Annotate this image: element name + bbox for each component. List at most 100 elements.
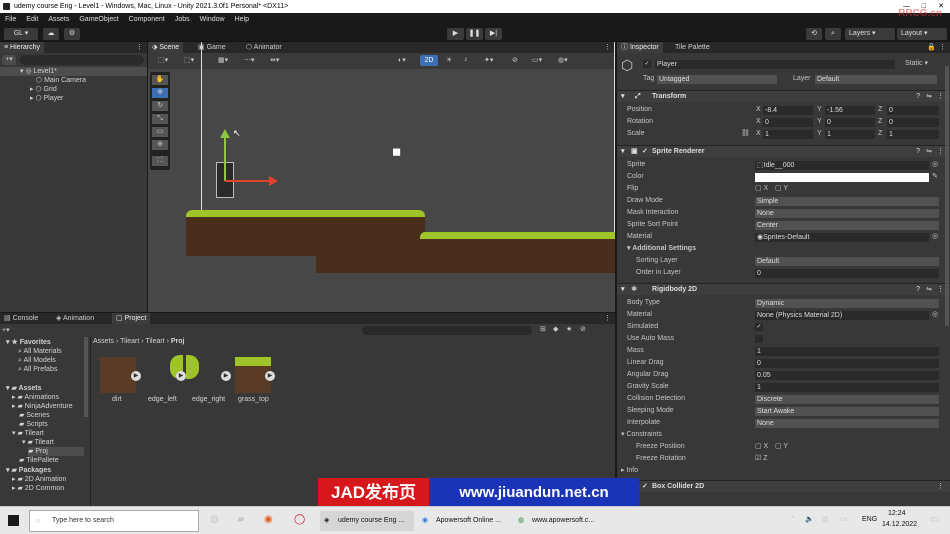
tab-animation[interactable]: ◈ Animation [52,313,98,324]
sprite-renderer-header[interactable]: ▾ ▣ ✓ Sprite Renderer ? ⇋ ⋮ [617,145,950,157]
position-z-field[interactable]: 0 [887,106,939,115]
hierarchy-item-main-camera[interactable]: ⬡ Main Camera [36,76,86,85]
object-picker-icon[interactable]: ◎ [932,232,938,240]
transform-tool-icon[interactable]: ⊕ [152,140,168,150]
flip-x-checkbox[interactable]: ▢ X [755,184,768,194]
angular-drag-field[interactable]: 0.05 [755,371,939,380]
play-button[interactable]: ▶ [447,28,464,40]
search-icon[interactable]: ⌕ [825,28,841,40]
freeze-rotation-z-checkbox[interactable]: ☑ Z [755,454,768,464]
collision-detection-dropdown[interactable]: Discrete [755,395,939,404]
menu-component[interactable]: Component [129,13,165,26]
menu-gameobject[interactable]: GameObject [79,13,118,26]
y-arrow-icon[interactable] [220,129,230,138]
tag-dropdown[interactable]: Untagged [657,75,777,84]
notifications-icon[interactable]: ▭ [930,514,939,525]
taskbar-app-chrome[interactable]: ◍ www.apowersoft.c... [514,511,604,531]
hierarchy-item-grid[interactable]: ▸ ⬡ Grid [30,85,57,94]
scene-row[interactable]: ▾ ◎ Level1* [0,67,147,76]
component-menu-icon[interactable]: ⋮ [937,284,944,296]
presets-icon[interactable]: ⇋ [926,91,932,103]
network-icon[interactable]: ▥ [822,515,829,523]
x-axis-handle[interactable] [225,180,269,182]
favorites-item[interactable]: ⌕ All Materials [18,347,62,356]
tab-scene[interactable]: ⬗ Scene [148,42,184,53]
help-icon[interactable]: ? [916,91,920,103]
menu-jobs[interactable]: Jobs [175,13,190,26]
help-icon[interactable]: ? [916,284,920,296]
tab-tile-palette[interactable]: Tile Palette [671,42,714,53]
folder-item[interactable]: ▾ ▰ Tileart [22,438,54,447]
account-dropdown[interactable]: GL ▾ [4,28,38,40]
enabled-checkbox[interactable]: ✓ [642,481,648,493]
more-options-icon[interactable]: ⋮ [604,313,611,324]
cloud-icon[interactable]: ☁ [43,28,59,40]
enabled-checkbox[interactable]: ✓ [642,146,648,158]
tree-scrollbar[interactable] [84,337,88,417]
add-object-button[interactable]: +▾ [2,55,16,65]
sleeping-mode-dropdown[interactable]: Start Awake [755,407,939,416]
position-x-field[interactable]: -8.4 [763,106,813,115]
object-name-input[interactable]: Player [655,60,895,69]
static-checkbox[interactable]: Static ▾ [905,59,928,69]
folder-item[interactable]: ▸ ▰ Animations [12,393,59,402]
flip-y-checkbox[interactable]: ▢ Y [775,184,788,194]
additional-settings-foldout[interactable]: ▾ Additional Settings [627,244,696,254]
volume-icon[interactable]: 🔈 [805,515,814,523]
scale-y-field[interactable]: 1 [825,130,875,139]
package-item[interactable]: ▸ ▰ 2D Common [12,484,64,493]
move-tool-icon[interactable]: ✥ [152,88,168,98]
tab-console[interactable]: ▤ Console [0,313,42,324]
rotate-tool-icon[interactable]: ↻ [152,101,168,111]
clock-time[interactable]: 12:24 [888,510,906,517]
breadcrumb-item[interactable]: Tileart [120,338,139,345]
taskbar-search-box[interactable]: ⌕ Type here to search [29,510,199,532]
scale-z-field[interactable]: 1 [887,130,939,139]
menu-help[interactable]: Help [235,13,249,26]
camera-gizmo-icon[interactable]: ◼ [392,145,401,158]
x-arrow-icon[interactable] [269,176,278,186]
info-foldout[interactable]: ▸ Info [621,466,638,476]
favorites-item[interactable]: ⌕ All Models [18,356,56,365]
color-swatch[interactable] [755,173,929,182]
clock-date[interactable]: 14.12.2022 [882,521,917,528]
more-options-icon[interactable]: ⋮ [136,42,143,53]
freeze-position-x-checkbox[interactable]: ▢ X [755,442,768,452]
layout-dropdown[interactable]: Layout ▾ [897,28,947,40]
scale-x-field[interactable]: 1 [763,130,813,139]
constraints-foldout[interactable]: ▾ Constraints [621,430,662,440]
material-field[interactable]: ◉Sprites-Default [755,233,929,242]
object-picker-icon[interactable]: ◎ [932,160,938,168]
custom-tool-icon[interactable]: ⛶ [152,156,168,166]
expand-asset-icon[interactable]: ▶ [265,371,275,381]
hand-tool-icon[interactable]: ✋ [152,75,168,85]
rotation-z-field[interactable]: 0 [887,118,939,127]
gravity-scale-field[interactable]: 1 [755,383,939,392]
mask-interaction-dropdown[interactable]: None [755,209,939,218]
folder-item[interactable]: ▰ TilePallete [19,456,59,465]
hidden-packages-icon[interactable]: ⊘ [580,325,586,333]
box-collider-2d-header[interactable]: ▾ ▢ ✓ Box Collider 2D ⋮ [617,480,950,492]
favorite-icon[interactable]: ★ [566,325,572,333]
expand-asset-icon[interactable]: ▶ [221,371,231,381]
edge-browser-icon[interactable]: ◍ [210,514,219,525]
more-options-icon[interactable]: ⋮ [939,42,946,53]
rigidbody-2d-header[interactable]: ▾ ⚛ Rigidbody 2D ? ⇋ ⋮ [617,283,950,295]
pivot-icon[interactable]: ⬚▾ [184,56,194,64]
firefox-icon[interactable]: ◉ [264,514,273,525]
lock-icon[interactable]: 🔒 [927,42,936,53]
simulated-checkbox[interactable]: ✓ [755,323,763,331]
rotation-y-field[interactable]: 0 [825,118,875,127]
order-in-layer-field[interactable]: 0 [755,269,939,278]
component-menu-icon[interactable]: ⋮ [937,91,944,103]
menu-file[interactable]: File [5,13,16,26]
packages-section[interactable]: ▾ ▰ Packages [6,466,51,475]
rect-tool-icon[interactable]: ▭ [152,127,168,137]
package-item[interactable]: ▸ ▰ 2D Animation [12,475,66,484]
layer-dropdown[interactable]: Default [815,75,937,84]
tab-hierarchy[interactable]: ≡ Hierarchy [0,42,44,53]
taskbar-app-unity[interactable]: ◈ udemy course Eng ... [320,511,414,531]
folder-item[interactable]: ▸ ▰ NinjaAdventure [12,402,73,411]
component-menu-icon[interactable]: ⋮ [937,481,944,493]
filter-type-icon[interactable]: ⊞ [540,325,546,333]
